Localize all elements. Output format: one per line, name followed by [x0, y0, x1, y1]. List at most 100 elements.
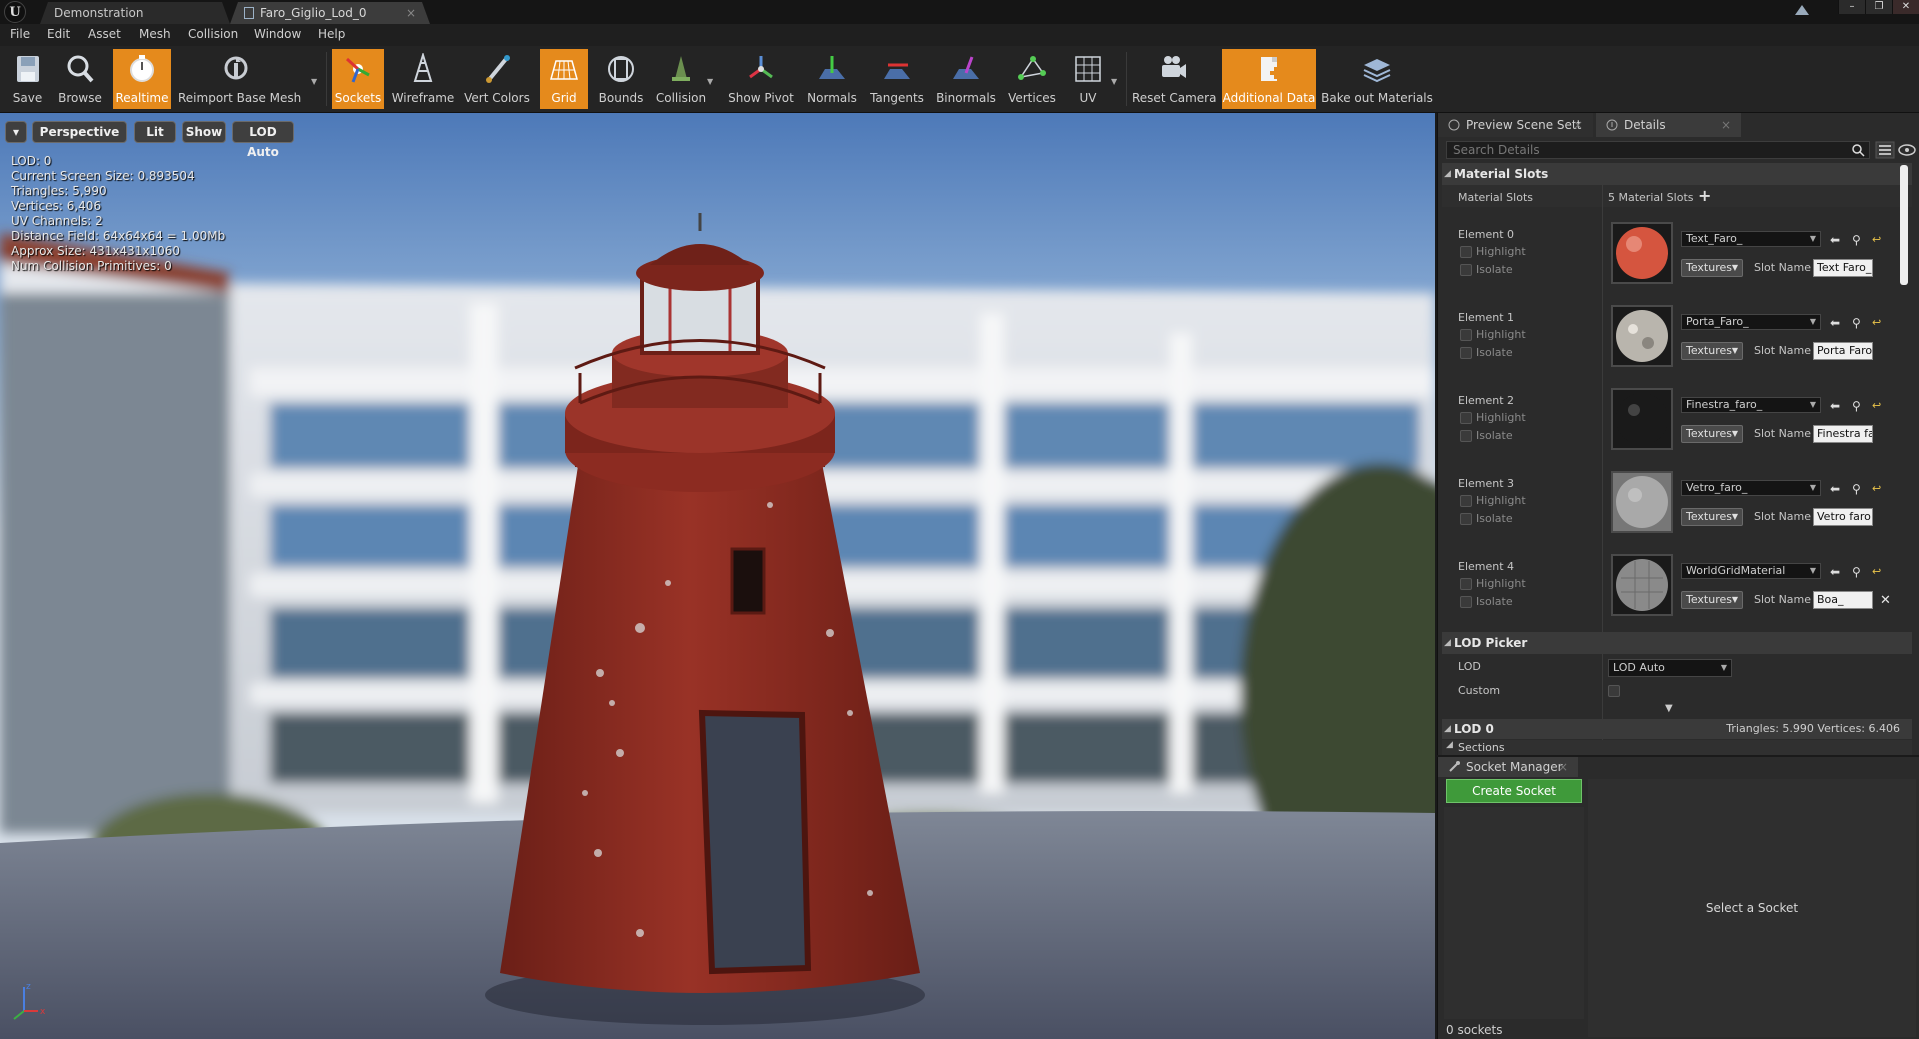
- highlight-checkbox[interactable]: [1460, 329, 1472, 341]
- close-window-icon[interactable]: ✕: [1892, 0, 1919, 14]
- show-pivot-button[interactable]: Show Pivot: [724, 49, 798, 109]
- close-tab-icon[interactable]: ×: [1573, 113, 1583, 137]
- slot-name-input[interactable]: Porta Faro: [1813, 342, 1873, 360]
- reset-to-default-icon[interactable]: ↩: [1872, 565, 1884, 578]
- socket-list[interactable]: [1444, 807, 1584, 1019]
- viewport-options-dropdown[interactable]: ▾: [5, 121, 27, 143]
- use-selected-arrow-icon[interactable]: ⬅: [1830, 233, 1842, 247]
- uv-button[interactable]: UV: [1066, 49, 1110, 109]
- search-details-input[interactable]: Search Details: [1446, 141, 1870, 159]
- material-thumbnail[interactable]: [1611, 471, 1673, 533]
- details-scrollbar[interactable]: [1900, 165, 1908, 285]
- realtime-button[interactable]: Realtime: [113, 49, 171, 109]
- slot-name-input[interactable]: Text Faro_: [1813, 259, 1873, 277]
- use-selected-arrow-icon[interactable]: ⬅: [1830, 565, 1842, 579]
- reset-to-default-icon[interactable]: ↩: [1872, 233, 1884, 246]
- notification-icon[interactable]: [1793, 3, 1811, 17]
- menu-window[interactable]: Window: [254, 27, 301, 41]
- lod-auto-button[interactable]: LOD Auto: [232, 121, 294, 159]
- textures-dropdown[interactable]: Textures ▼: [1681, 342, 1743, 360]
- material-select[interactable]: Vetro_faro_ ▼: [1681, 480, 1821, 496]
- material-thumbnail[interactable]: [1611, 305, 1673, 367]
- highlight-checkbox[interactable]: [1460, 578, 1472, 590]
- show-button[interactable]: Show: [182, 121, 226, 143]
- close-tab-icon[interactable]: ×: [406, 2, 416, 24]
- highlight-checkbox[interactable]: [1460, 412, 1472, 424]
- additional-data-button[interactable]: Additional Data: [1222, 49, 1316, 109]
- tab-demonstration[interactable]: Demonstration: [40, 2, 230, 24]
- eye-visibility-icon[interactable]: [1898, 143, 1918, 157]
- material-select[interactable]: Porta_Faro_ ▼: [1681, 314, 1821, 330]
- slot-name-input[interactable]: Vetro faro: [1813, 508, 1873, 526]
- create-socket-button[interactable]: Create Socket: [1446, 779, 1582, 803]
- isolate-checkbox[interactable]: [1460, 430, 1472, 442]
- tab-faro-giglio[interactable]: Faro_Giglio_Lod_0 ×: [230, 2, 430, 24]
- browse-to-asset-icon[interactable]: ⚲: [1852, 233, 1864, 247]
- lod-picker-header[interactable]: ◢ LOD Picker: [1442, 632, 1912, 654]
- lit-button[interactable]: Lit: [134, 121, 176, 143]
- reimport-base-mesh-button[interactable]: Reimport Base Mesh: [178, 49, 301, 109]
- collision-button[interactable]: Collision: [653, 49, 709, 109]
- browse-to-asset-icon[interactable]: ⚲: [1852, 565, 1864, 579]
- material-thumbnail[interactable]: [1611, 222, 1673, 284]
- lod0-header[interactable]: ◢ LOD 0 Triangles: 5.990 Vertices: 6.406: [1442, 719, 1912, 739]
- use-selected-arrow-icon[interactable]: ⬅: [1830, 482, 1842, 496]
- menu-mesh[interactable]: Mesh: [139, 27, 171, 41]
- add-material-slot-icon[interactable]: +: [1698, 186, 1711, 205]
- material-select[interactable]: Text_Faro_ ▼: [1681, 231, 1821, 247]
- grid-button[interactable]: Grid: [540, 49, 588, 109]
- expand-advanced-icon[interactable]: ▼: [1665, 703, 1673, 714]
- slot-name-input[interactable]: Boa_: [1813, 591, 1873, 609]
- textures-dropdown[interactable]: Textures ▼: [1681, 259, 1743, 277]
- perspective-button[interactable]: Perspective: [32, 121, 127, 143]
- isolate-checkbox[interactable]: [1460, 513, 1472, 525]
- browse-button[interactable]: Browse: [55, 49, 105, 109]
- lod-select[interactable]: LOD Auto ▼: [1608, 659, 1732, 677]
- material-thumbnail[interactable]: [1611, 554, 1673, 616]
- uv-dropdown-icon[interactable]: ▼: [1111, 77, 1119, 86]
- reset-to-default-icon[interactable]: ↩: [1872, 482, 1884, 495]
- tab-preview-scene-settings[interactable]: Preview Scene Sett ×: [1438, 113, 1593, 137]
- menu-help[interactable]: Help: [318, 27, 345, 41]
- vert-colors-button[interactable]: Vert Colors: [462, 49, 532, 109]
- restore-icon[interactable]: ❐: [1865, 0, 1892, 14]
- material-thumbnail[interactable]: [1611, 388, 1673, 450]
- use-selected-arrow-icon[interactable]: ⬅: [1830, 399, 1842, 413]
- tab-details[interactable]: Details ×: [1596, 113, 1741, 137]
- menu-asset[interactable]: Asset: [88, 27, 121, 41]
- tab-socket-manager[interactable]: Socket Manager ×: [1438, 757, 1578, 777]
- textures-dropdown[interactable]: Textures ▼: [1681, 508, 1743, 526]
- reset-to-default-icon[interactable]: ↩: [1872, 316, 1884, 329]
- collision-dropdown-icon[interactable]: ▼: [707, 77, 715, 86]
- reset-camera-button[interactable]: Reset Camera: [1132, 49, 1216, 109]
- remove-slot-icon[interactable]: ✕: [1880, 593, 1892, 608]
- reimport-dropdown-icon[interactable]: ▼: [311, 77, 319, 86]
- custom-checkbox[interactable]: [1608, 685, 1620, 697]
- isolate-checkbox[interactable]: [1460, 264, 1472, 276]
- reset-to-default-icon[interactable]: ↩: [1872, 399, 1884, 412]
- normals-button[interactable]: Normals: [804, 49, 860, 109]
- material-select[interactable]: Finestra_faro_ ▼: [1681, 397, 1821, 413]
- material-slots-header[interactable]: ◢ Material Slots: [1442, 163, 1912, 185]
- slot-name-input[interactable]: Finestra fa: [1813, 425, 1873, 443]
- save-button[interactable]: Save: [6, 49, 49, 109]
- mesh-viewport[interactable]: ▾ Perspective Lit Show LOD Auto LOD: 0 C…: [0, 113, 1435, 1039]
- sections-row[interactable]: ◢ Sections: [1442, 740, 1912, 755]
- bake-out-materials-button[interactable]: Bake out Materials: [1321, 49, 1433, 109]
- textures-dropdown[interactable]: Textures ▼: [1681, 425, 1743, 443]
- isolate-checkbox[interactable]: [1460, 347, 1472, 359]
- browse-to-asset-icon[interactable]: ⚲: [1852, 482, 1864, 496]
- menu-edit[interactable]: Edit: [47, 27, 70, 41]
- material-select[interactable]: WorldGridMaterial ▼: [1681, 563, 1821, 579]
- close-tab-icon[interactable]: ×: [1721, 113, 1731, 137]
- browse-to-asset-icon[interactable]: ⚲: [1852, 399, 1864, 413]
- wireframe-button[interactable]: Wireframe: [391, 49, 455, 109]
- bounds-button[interactable]: Bounds: [596, 49, 646, 109]
- use-selected-arrow-icon[interactable]: ⬅: [1830, 316, 1842, 330]
- vertices-button[interactable]: Vertices: [1004, 49, 1060, 109]
- textures-dropdown[interactable]: Textures ▼: [1681, 591, 1743, 609]
- highlight-checkbox[interactable]: [1460, 246, 1472, 258]
- sockets-button[interactable]: Sockets: [332, 49, 384, 109]
- unreal-logo-icon[interactable]: U: [4, 1, 26, 23]
- binormals-button[interactable]: Binormals: [934, 49, 998, 109]
